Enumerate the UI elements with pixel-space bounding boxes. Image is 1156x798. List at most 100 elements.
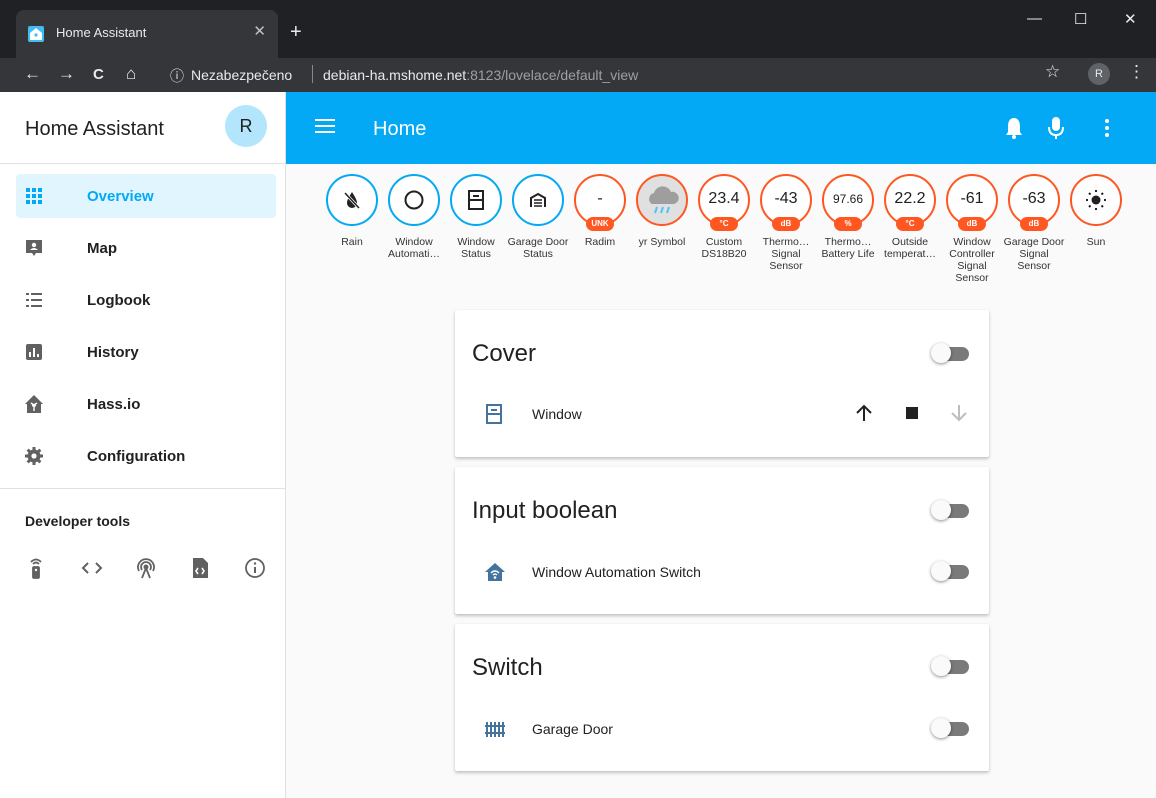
tab-close-icon[interactable]: ✕ — [253, 22, 266, 40]
info-icon[interactable] — [243, 556, 267, 580]
address-bar[interactable]: ⓘ Nezabezpečeno debian-ha.mshome.net:812… — [160, 61, 1080, 89]
toggle-thumb — [931, 656, 951, 676]
cloud-rain-picture — [649, 186, 679, 214]
home-automation-icon — [485, 563, 505, 581]
home-button[interactable]: ⌂ — [126, 64, 136, 84]
card-title: Input boolean — [472, 497, 618, 524]
badge-circle — [636, 174, 688, 226]
sidebar-header: Home Assistant R — [0, 92, 285, 164]
radio-tower-icon[interactable] — [134, 556, 158, 580]
sidebar-item-logbook[interactable]: Logbook — [16, 278, 276, 322]
circle-outline-icon — [404, 190, 424, 210]
microphone-icon[interactable] — [1045, 116, 1067, 140]
security-status: Nezabezpečeno — [191, 67, 293, 83]
window-automation-switch-toggle[interactable] — [931, 560, 969, 582]
url-path: :8123/lovelace/default_view — [466, 67, 639, 83]
switch-card: Switch Garage Door — [455, 624, 989, 771]
browser-menu-icon[interactable]: ⋮ — [1128, 62, 1145, 82]
cover-group-toggle[interactable] — [931, 342, 969, 364]
tab-title: Home Assistant — [56, 25, 147, 40]
garage-door-toggle[interactable] — [931, 717, 969, 739]
entity-name[interactable]: Garage Door — [532, 721, 613, 737]
remote-icon[interactable] — [24, 556, 48, 580]
minimize-button[interactable]: — — [1027, 10, 1042, 27]
badge-custom-ds18b20[interactable]: 23.4 °C Custom DS18B20 — [693, 174, 755, 260]
badge-radim[interactable]: - UNK yr Symbol Radim — [569, 174, 631, 248]
water-off-icon — [343, 191, 361, 210]
sidebar-item-label: Configuration — [87, 448, 186, 465]
badge-unit: °C — [896, 217, 924, 231]
entity-name[interactable]: Window — [532, 406, 582, 422]
entity-name[interactable]: Window Automation Switch — [532, 564, 701, 580]
badge-circle: - UNK — [574, 174, 626, 231]
sidebar: Home Assistant R Overview Map Logbook Hi… — [0, 92, 286, 798]
badge-label: yr Symbol — [638, 236, 686, 248]
badge-outside-temperature[interactable]: 22.2 °C Outside temperat… — [879, 174, 941, 260]
app-toolbar: Home — [286, 92, 1156, 164]
user-avatar[interactable]: R — [225, 105, 267, 147]
hamburger-menu-icon[interactable] — [315, 118, 335, 134]
sidebar-item-configuration[interactable]: Configuration — [16, 434, 276, 478]
sidebar-item-map[interactable]: Map — [16, 226, 276, 270]
address-separator — [312, 65, 313, 83]
reload-button[interactable]: C — [93, 66, 104, 83]
window-icon — [468, 190, 484, 210]
input-boolean-card: Input boolean Window Automation Switch — [455, 467, 989, 614]
home-assistant-favicon-icon — [28, 26, 44, 42]
sidebar-item-overview[interactable]: Overview — [16, 174, 276, 218]
sidebar-item-history[interactable]: History — [16, 330, 276, 374]
badge-window-automation[interactable]: Window Automati… — [383, 174, 445, 260]
badge-rain[interactable]: Rain — [321, 174, 383, 248]
badge-label: Thermo… Signal Sensor — [762, 236, 810, 272]
badge-label: Thermo… Battery Life — [821, 236, 875, 260]
badge-unit: UNK — [586, 217, 614, 231]
sidebar-divider — [0, 488, 285, 489]
badge-thermo-battery[interactable]: 97.66 % Thermo… Battery Life — [817, 174, 879, 260]
badge-circle: 22.2 °C — [884, 174, 936, 231]
badge-window-controller-signal[interactable]: -61 dB Window Controller Signal Sensor — [941, 174, 1003, 284]
browser-tab[interactable]: Home Assistant ✕ — [16, 10, 278, 58]
badge-garage-door-status[interactable]: Garage Door Status — [507, 174, 569, 260]
badge-value: 22.2 — [894, 190, 926, 207]
input-boolean-group-toggle[interactable] — [931, 499, 969, 521]
badge-label: Outside temperat… — [884, 236, 936, 260]
sidebar-title: Home Assistant — [25, 118, 164, 140]
gear-icon — [25, 447, 43, 465]
more-vert-icon[interactable] — [1096, 116, 1118, 140]
badge-yr-symbol[interactable]: yr Symbol — [631, 174, 693, 248]
maximize-button[interactable]: ☐ — [1074, 10, 1087, 28]
badge-window-status[interactable]: Window Status — [445, 174, 507, 260]
toggle-thumb — [931, 718, 951, 738]
switch-group-toggle[interactable] — [931, 655, 969, 677]
badge-label: Garage Door Status — [507, 236, 569, 260]
bookmark-star-icon[interactable]: ☆ — [1045, 62, 1060, 82]
close-cover-arrow-down-icon[interactable] — [948, 402, 970, 424]
badge-label: Radim — [584, 236, 616, 248]
developer-tools-title: Developer tools — [25, 513, 131, 529]
badge-circle — [512, 174, 564, 226]
back-button[interactable]: ← — [24, 64, 41, 84]
file-code-icon[interactable] — [188, 556, 212, 580]
stop-cover-icon[interactable] — [901, 402, 923, 424]
chart-icon — [26, 344, 42, 360]
new-tab-button[interactable]: + — [290, 22, 302, 42]
view-grid-icon — [26, 188, 42, 204]
badge-circle — [450, 174, 502, 226]
sidebar-item-hassio[interactable]: Hass.io — [16, 382, 276, 426]
badge-garage-door-signal[interactable]: -63 dB Garage Door Signal Sensor — [1003, 174, 1065, 272]
sun-icon — [1086, 190, 1106, 210]
code-icon[interactable] — [80, 556, 104, 580]
close-window-button[interactable]: ✕ — [1124, 10, 1137, 28]
browser-tab-strip: Home Assistant ✕ + — ☐ ✕ — [0, 0, 1156, 58]
badge-circle — [326, 174, 378, 226]
badge-value: 97.66 — [832, 192, 864, 206]
forward-button[interactable]: → — [58, 64, 75, 84]
badge-thermo-signal[interactable]: -43 dB Thermo… Signal Sensor — [755, 174, 817, 272]
info-icon[interactable]: ⓘ — [170, 66, 184, 86]
url-text[interactable]: debian-ha.mshome.net:8123/lovelace/defau… — [323, 67, 638, 83]
bell-icon[interactable] — [1003, 116, 1025, 140]
profile-avatar[interactable]: R — [1088, 63, 1110, 85]
badge-value: -61 — [960, 190, 984, 207]
open-cover-arrow-up-icon[interactable] — [853, 402, 875, 424]
badge-sun[interactable]: Sun — [1065, 174, 1127, 248]
